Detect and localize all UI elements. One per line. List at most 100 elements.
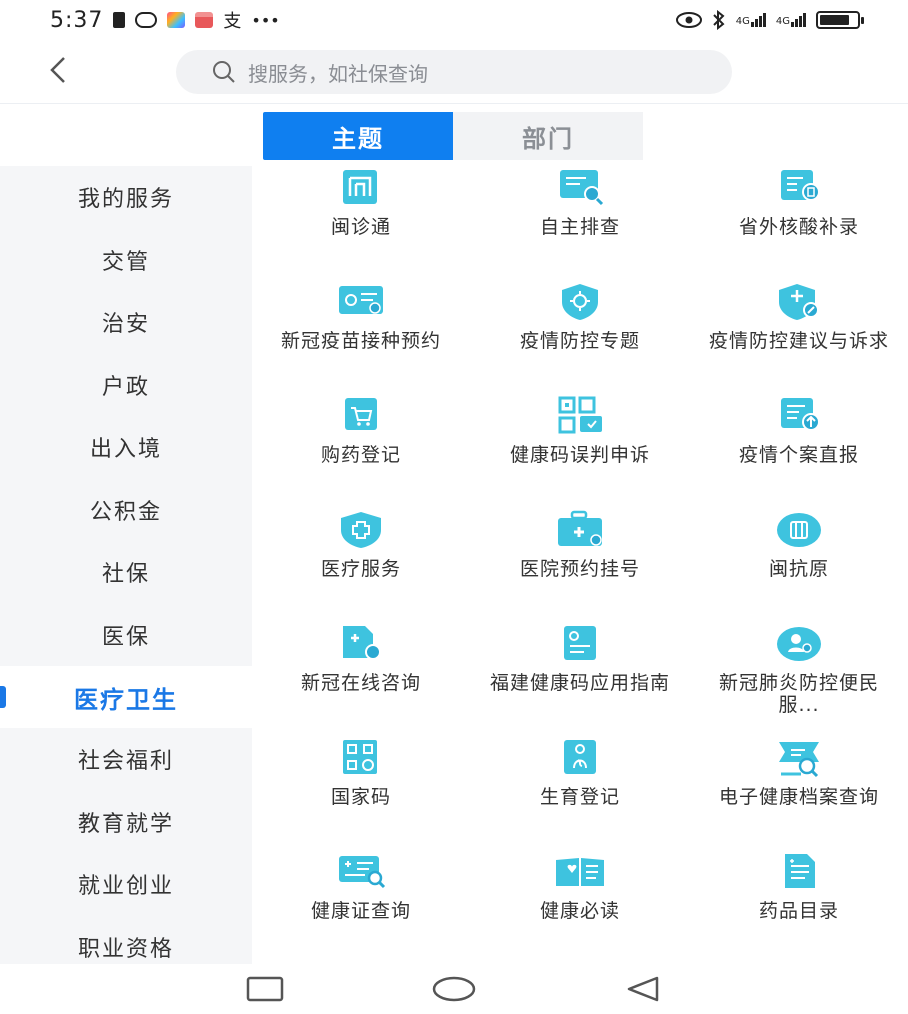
service-label: 健康证查询	[310, 900, 411, 922]
sidebar-item-employment[interactable]: 就业创业	[0, 853, 252, 916]
sidebar-item-household[interactable]: 户政	[0, 354, 252, 417]
sidebar-item-social-security[interactable]: 社保	[0, 541, 252, 604]
service-tile[interactable]: 闽抗原	[690, 508, 908, 618]
service-label: 疫情防控专题	[519, 330, 640, 352]
signal-4g-icon: 4G	[776, 13, 806, 27]
online-consult-icon	[343, 626, 381, 660]
colorful-app-icon	[167, 12, 186, 28]
service-tile[interactable]: 国家码	[252, 736, 470, 846]
service-tile[interactable]: 自主排查	[471, 166, 689, 276]
virus-shield-icon	[562, 284, 598, 320]
service-tile[interactable]: 药品目录	[690, 850, 908, 960]
service-tile[interactable]: 健康证查询	[252, 850, 470, 960]
status-right: 4G 4G	[675, 10, 864, 30]
back-nav-button[interactable]	[613, 969, 673, 1009]
eye-icon	[675, 12, 702, 28]
tab-department[interactable]: 部门	[453, 112, 643, 160]
service-label: 国家码	[330, 786, 391, 808]
birth-icon	[564, 740, 596, 774]
service-tile[interactable]: 新冠肺炎防控便民服...	[690, 622, 908, 732]
alipay-icon: 支	[223, 11, 242, 32]
sidebar-item-immigration[interactable]: 出入境	[0, 416, 252, 479]
search-input[interactable]: 搜服务，如社保查询	[176, 50, 732, 94]
antigen-icon	[777, 513, 821, 547]
service-label: 新冠在线咨询	[300, 672, 421, 694]
service-tile[interactable]: 闽诊通	[252, 166, 470, 276]
service-label: 福建健康码应用指南	[490, 672, 671, 694]
sidebar-item-qualification[interactable]: 职业资格	[0, 916, 252, 965]
header: 搜服务，如社保查询	[0, 40, 908, 104]
sidebar-item-housing-fund[interactable]: 公积金	[0, 479, 252, 542]
service-label: 健康必读	[539, 900, 620, 922]
service-tile[interactable]: 医疗服务	[252, 508, 470, 618]
service-tile[interactable]: 生育登记	[471, 736, 689, 846]
service-tile[interactable]: 电子健康档案查询	[690, 736, 908, 846]
service-tile[interactable]: 疫情防控专题	[471, 280, 689, 390]
guide-icon	[564, 626, 596, 660]
service-label: 闽抗原	[768, 558, 829, 580]
home-icon	[432, 976, 476, 1002]
recent-apps-button[interactable]	[235, 969, 295, 1009]
qr-code-icon	[558, 396, 602, 434]
gift-icon	[195, 12, 214, 28]
sidebar-item-traffic[interactable]: 交管	[0, 229, 252, 292]
search-icon	[213, 61, 235, 83]
more-dots-icon: •••	[251, 10, 280, 30]
service-label: 电子健康档案查询	[718, 786, 879, 808]
service-tile[interactable]: 新冠在线咨询	[252, 622, 470, 732]
sidebar-item-public-security[interactable]: 治安	[0, 291, 252, 354]
drug-list-icon	[785, 854, 815, 888]
service-label: 医疗服务	[320, 558, 401, 580]
service-tile[interactable]: 省外核酸补录	[690, 166, 908, 276]
book-icon	[556, 858, 604, 886]
service-tile[interactable]: 疫情个案直报	[690, 394, 908, 504]
sidebar-item-my-services[interactable]: 我的服务	[0, 166, 252, 229]
sim-icon	[113, 12, 126, 28]
status-time: 5:37	[50, 7, 104, 33]
sidebar: 我的服务 交管 治安 户政 出入境 公积金 社保 医保 医疗卫生 社会福利 教育…	[0, 166, 252, 964]
service-label: 疫情防控建议与诉求	[709, 330, 890, 352]
service-tile[interactable]: 健康必读	[471, 850, 689, 960]
service-tile[interactable]: 医院预约挂号	[471, 508, 689, 618]
national-qr-icon	[343, 740, 377, 774]
medicine-cart-icon	[345, 398, 377, 430]
bluetooth-icon	[713, 10, 725, 30]
network-label-2: 4G	[775, 16, 790, 27]
min-zhen-tong-icon	[343, 170, 377, 204]
sidebar-item-medical-insurance[interactable]: 医保	[0, 604, 252, 667]
service-label: 新冠疫苗接种预约	[280, 330, 441, 352]
service-grid: 闽诊通 自主排查 省外核酸补录 新冠疫苗接种预约 疫情防控专题 疫情防控建议与诉…	[252, 166, 908, 964]
sidebar-item-education[interactable]: 教育就学	[0, 791, 252, 854]
battery-icon	[816, 11, 864, 29]
medical-kit-icon	[558, 510, 602, 546]
service-tile[interactable]: 疫情防控建议与诉求	[690, 280, 908, 390]
nucleic-acid-icon	[781, 170, 820, 201]
category-tabs: 主题 部门	[263, 112, 643, 160]
system-nav-bar	[0, 964, 908, 1014]
sidebar-item-welfare[interactable]: 社会福利	[0, 728, 252, 791]
sidebar-item-healthcare[interactable]: 医疗卫生	[0, 666, 252, 728]
medical-shield-icon	[341, 512, 381, 548]
service-label: 自主排查	[539, 216, 620, 238]
tab-theme[interactable]: 主题	[263, 112, 453, 160]
service-tile[interactable]: 新冠疫苗接种预约	[252, 280, 470, 390]
service-label: 健康码误判申诉	[509, 444, 650, 466]
battery-fill	[820, 15, 849, 25]
service-tile[interactable]: 福建健康码应用指南	[471, 622, 689, 732]
service-label: 医院预约挂号	[519, 558, 640, 580]
app-icon	[135, 12, 158, 28]
person-shield-icon	[777, 627, 821, 661]
service-label: 购药登记	[320, 444, 401, 466]
status-left: 5:37 支 •••	[50, 7, 280, 33]
service-tile[interactable]: 健康码误判申诉	[471, 394, 689, 504]
back-button[interactable]	[42, 52, 74, 88]
service-label: 闽诊通	[330, 216, 391, 238]
service-label: 省外核酸补录	[738, 216, 859, 238]
home-button[interactable]	[424, 969, 484, 1009]
health-record-icon	[779, 742, 819, 778]
suggestion-shield-icon	[779, 284, 819, 320]
search-placeholder: 搜服务，如社保查询	[248, 61, 428, 86]
service-label: 生育登记	[539, 786, 620, 808]
service-label: 疫情个案直报	[738, 444, 859, 466]
service-tile[interactable]: 购药登记	[252, 394, 470, 504]
